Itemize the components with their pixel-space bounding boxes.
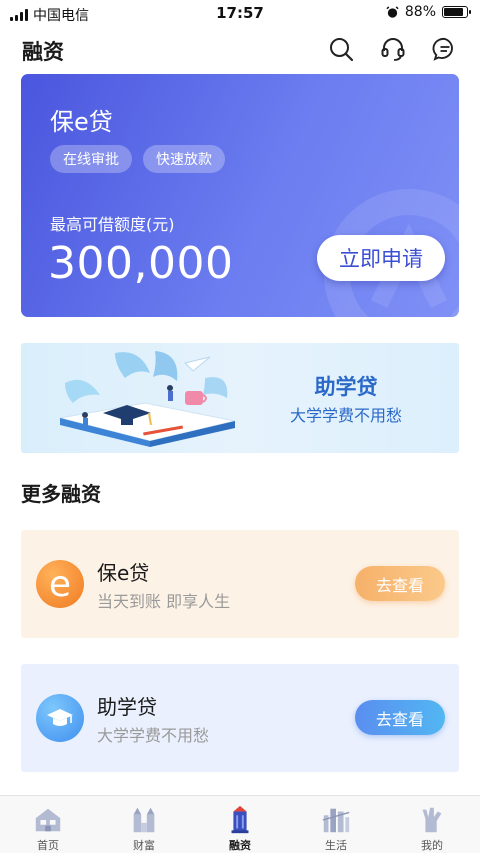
tab-label: 首页 bbox=[37, 839, 59, 852]
product-card-baoedai[interactable]: e 保e贷 当天到账 即享人生 去查看 bbox=[21, 530, 459, 638]
tab-profile[interactable]: 我的 bbox=[384, 796, 480, 853]
tab-home[interactable]: 首页 bbox=[0, 796, 96, 853]
wealth-icon bbox=[133, 807, 155, 833]
finance-icon bbox=[231, 805, 249, 834]
e-letter-icon: e bbox=[36, 560, 84, 608]
tag-online-approval: 在线审批 bbox=[50, 145, 132, 173]
student-loan-banner[interactable]: 助学贷 大学学费不用愁 bbox=[21, 343, 459, 453]
status-right: 88% bbox=[386, 4, 471, 20]
alarm-icon bbox=[386, 5, 399, 18]
status-bar: 中国电信 17:57 88% bbox=[0, 0, 480, 26]
tab-life[interactable]: 生活 bbox=[288, 796, 384, 853]
product-name: 保e贷 bbox=[97, 561, 150, 585]
tab-wealth[interactable]: 财富 bbox=[96, 796, 192, 853]
bottom-tab-bar: 首页 财富 融资 生活 我的 bbox=[0, 795, 480, 853]
home-icon bbox=[35, 808, 61, 832]
more-financing-title: 更多融资 bbox=[21, 482, 101, 506]
limit-label: 最高可借额度(元) bbox=[50, 215, 175, 234]
header: 融资 bbox=[0, 26, 480, 72]
tab-label: 融资 bbox=[229, 839, 251, 852]
battery-percent: 88% bbox=[404, 4, 436, 20]
product-desc: 大学学费不用愁 bbox=[97, 726, 210, 745]
view-button[interactable]: 去查看 bbox=[355, 566, 445, 601]
hero-loan-card[interactable]: 保e贷 在线审批 快速放款 最高可借额度(元) 300,000 立即申请 bbox=[21, 74, 459, 317]
message-icon[interactable] bbox=[432, 36, 458, 62]
battery-icon bbox=[442, 6, 471, 18]
tag-fast-loan: 快速放款 bbox=[143, 145, 225, 173]
view-button[interactable]: 去查看 bbox=[355, 700, 445, 735]
search-icon[interactable] bbox=[328, 36, 354, 62]
tab-label: 生活 bbox=[325, 839, 347, 852]
tab-finance[interactable]: 融资 bbox=[192, 796, 288, 853]
education-illustration bbox=[59, 351, 236, 447]
life-icon bbox=[322, 808, 350, 833]
page-title: 融资 bbox=[22, 40, 64, 64]
product-card-zhuxuedai[interactable]: 助学贷 大学学费不用愁 去查看 bbox=[21, 664, 459, 772]
product-name: 助学贷 bbox=[97, 695, 157, 719]
limit-amount: 300,000 bbox=[48, 238, 234, 289]
tab-label: 财富 bbox=[133, 839, 155, 852]
headset-icon[interactable] bbox=[380, 36, 406, 62]
graduation-cap-icon bbox=[36, 694, 84, 742]
profile-icon bbox=[422, 807, 442, 833]
banner-title: 助学贷 bbox=[314, 375, 378, 399]
hero-product-title: 保e贷 bbox=[50, 108, 113, 136]
banner-subtitle: 大学学费不用愁 bbox=[289, 406, 402, 425]
hero-tags: 在线审批 快速放款 bbox=[50, 145, 225, 173]
tab-label: 我的 bbox=[421, 839, 443, 852]
product-desc: 当天到账 即享人生 bbox=[97, 592, 231, 611]
apply-now-button[interactable]: 立即申请 bbox=[317, 235, 445, 281]
